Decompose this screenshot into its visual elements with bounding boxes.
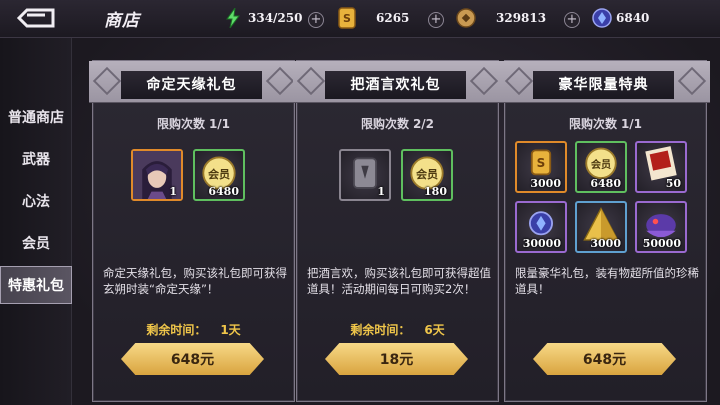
buy-button[interactable]: 648元 (121, 343, 264, 375)
item-count: 30000 (522, 237, 561, 250)
price-label: 648元 (170, 352, 215, 368)
resource-energy: 334/250 (226, 7, 302, 29)
reward-item[interactable]: 3000 (575, 201, 627, 253)
svg-text:会员: 会员 (416, 167, 438, 181)
gold-ingot-icon: S (338, 7, 356, 29)
time-remaining: 剩余时间： 6天 (350, 323, 445, 337)
copper-coin-icon (456, 8, 476, 28)
time-remaining: 剩余时间： 1天 (146, 323, 241, 337)
buy-button[interactable]: 648元 (533, 343, 676, 375)
item-count: 50 (665, 177, 681, 190)
diamond-ornament-icon (265, 66, 295, 96)
sidebar-item-label: 普通商店 (8, 110, 64, 126)
item-count: 50000 (642, 237, 681, 250)
coin-value: 329813 (496, 11, 547, 25)
sidebar: 普通商店 武器 心法 会员 特惠礼包 (0, 38, 72, 405)
gold-value: 6265 (376, 11, 410, 25)
purchase-limit: 限购次数 2/2 (360, 117, 435, 131)
reward-item[interactable]: 1 (339, 149, 391, 201)
pack-description: 限量豪华礼包，装有物超所值的珍稀道具！ (515, 266, 699, 296)
blue-gem-icon (592, 8, 612, 28)
pack-title: 把酒言欢礼包 (325, 71, 466, 99)
item-count: 6480 (590, 177, 621, 190)
item-count: 3000 (590, 237, 621, 250)
sidebar-item-general-shop[interactable]: 普通商店 (0, 98, 72, 136)
resource-gem: 6840 (592, 7, 649, 29)
svg-text:会员: 会员 (208, 167, 230, 181)
pack-card-2: 把酒言欢礼包 限购次数 2/2 1 会员 180 把酒言欢，购买该礼包即可获得超值… (293, 60, 502, 402)
purchase-limit: 限购次数 1/1 (156, 117, 231, 131)
reward-item[interactable]: 50000 (635, 201, 687, 253)
pack-description: 命定天缘礼包，购买该礼包即可获得玄朔时装“命定天缘”！ (103, 266, 287, 296)
item-count: 1 (377, 185, 385, 198)
reward-item[interactable]: 会员 180 (401, 149, 453, 201)
energy-value: 334/250 (248, 11, 303, 25)
diamond-ornament-icon (469, 66, 499, 96)
price-label: 18元 (379, 352, 414, 368)
diamond-ornament-icon (504, 66, 534, 96)
purchase-limit: 限购次数 1/1 (568, 117, 643, 131)
reward-item[interactable]: 会员 6480 (193, 149, 245, 201)
back-button[interactable] (0, 2, 72, 34)
pack-title: 豪华限量特典 (533, 71, 674, 99)
reward-item[interactable]: 30000 (515, 201, 567, 253)
reward-item[interactable]: 会员 6480 (575, 141, 627, 193)
reward-item[interactable]: 1 (131, 149, 183, 201)
sidebar-item-membership[interactable]: 会员 (0, 224, 72, 262)
pack-description: 把酒言欢，购买该礼包即可获得超值道具！活动期间每日可购买2次！ (307, 266, 491, 296)
add-energy-button[interactable]: + (308, 12, 324, 28)
pack-title: 命定天缘礼包 (121, 71, 262, 99)
pack-card-header: 豪华限量特典 (501, 61, 710, 103)
top-bar: 商店 334/250 + S 6265 + 329813 + 6840 (0, 0, 720, 38)
reward-item[interactable]: 50 (635, 141, 687, 193)
svg-text:会员: 会员 (591, 158, 611, 171)
pack-card-header: 把酒言欢礼包 (293, 61, 502, 103)
diamond-ornament-icon (296, 66, 326, 96)
back-arrow-icon (16, 8, 55, 28)
sidebar-item-weapons[interactable]: 武器 (0, 140, 72, 178)
sidebar-item-label: 武器 (22, 152, 50, 168)
gem-value: 6840 (616, 11, 650, 25)
item-count: 6480 (208, 185, 239, 198)
pack-card-3: 豪华限量特典 限购次数 1/1 S 3000 会员 6480 50 30000 … (501, 60, 710, 402)
item-count: 180 (424, 185, 447, 198)
add-coin-button[interactable]: + (564, 12, 580, 28)
buy-button[interactable]: 18元 (325, 343, 468, 375)
reward-item[interactable]: S 3000 (515, 141, 567, 193)
sidebar-item-label: 会员 (22, 236, 50, 252)
energy-icon (226, 8, 240, 28)
sidebar-item-mind-arts[interactable]: 心法 (0, 182, 72, 220)
item-count: 3000 (530, 177, 561, 190)
pack-card-1: 命定天缘礼包 限购次数 1/1 1 会员 6480 命定天缘礼包，购买该礼包即可获… (89, 60, 298, 402)
resource-gold: S 6265 (338, 7, 409, 29)
price-label: 648元 (582, 352, 627, 368)
svg-text:S: S (343, 12, 351, 25)
svg-text:S: S (537, 156, 546, 170)
pack-card-header: 命定天缘礼包 (89, 61, 298, 103)
pack-list: 命定天缘礼包 限购次数 1/1 1 会员 6480 命定天缘礼包，购买该礼包即可获… (72, 38, 720, 405)
sidebar-item-special-packs[interactable]: 特惠礼包 (0, 266, 72, 304)
sidebar-item-label: 心法 (22, 194, 50, 210)
page-title: 商店 (104, 11, 140, 31)
sidebar-item-label: 特惠礼包 (8, 278, 64, 294)
add-gold-button[interactable]: + (428, 12, 444, 28)
item-count: 1 (169, 185, 177, 198)
resource-coin: 329813 (456, 7, 546, 29)
diamond-ornament-icon (92, 66, 122, 96)
diamond-ornament-icon (677, 66, 707, 96)
